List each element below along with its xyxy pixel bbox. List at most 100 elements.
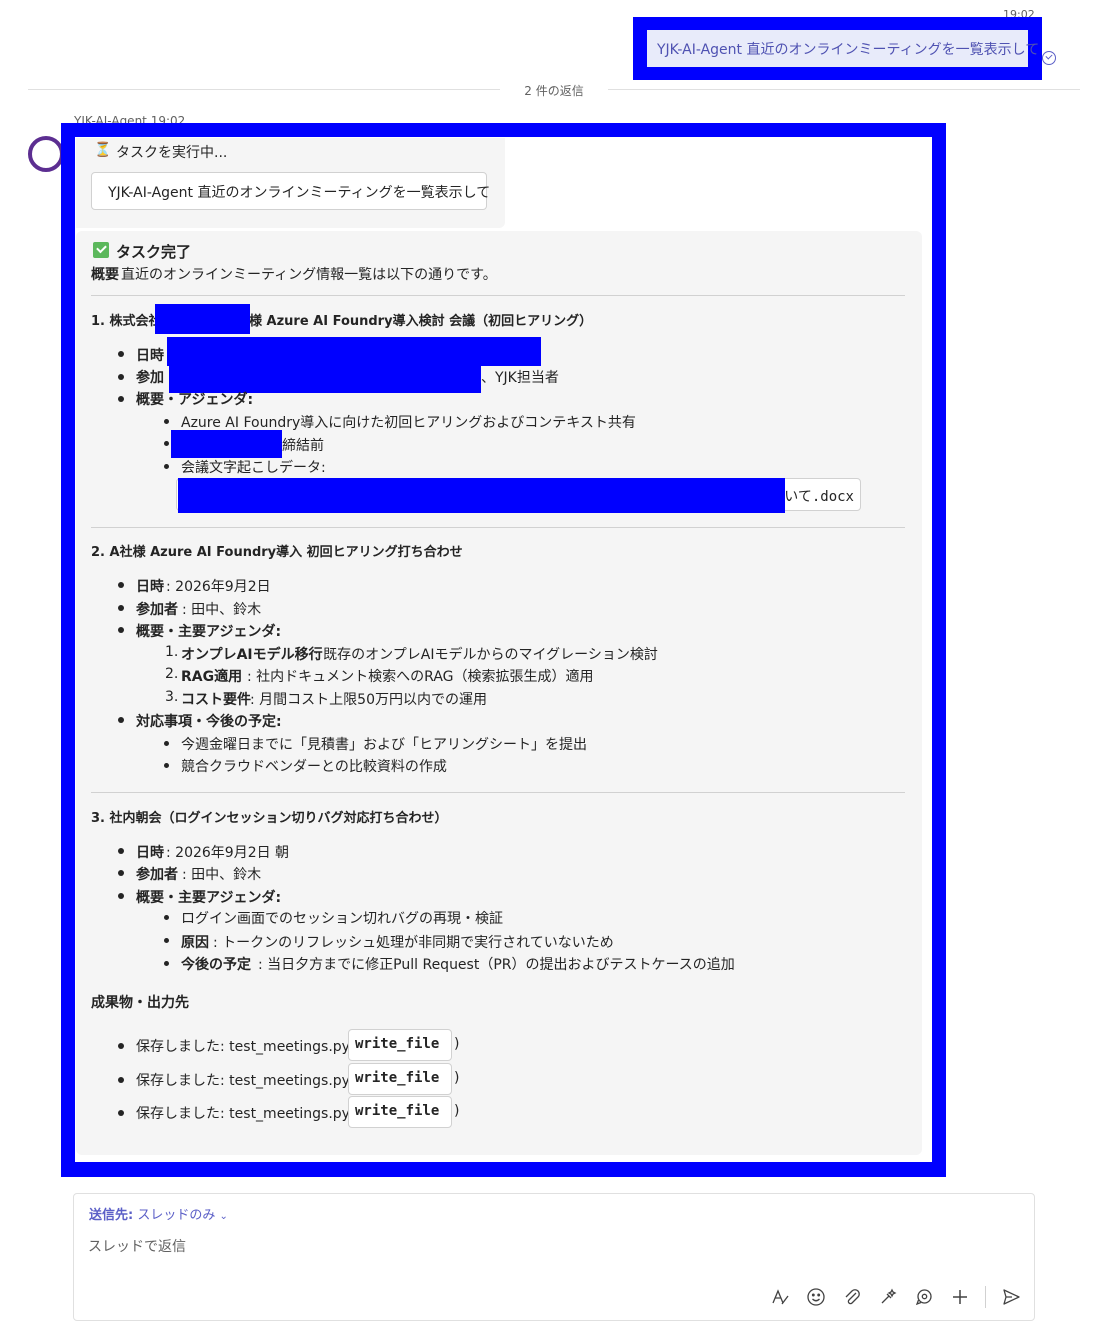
meeting2-todo-label: 対応事項・今後の予定: — [136, 714, 282, 730]
hourglass-icon: ⏳ — [94, 142, 112, 158]
agenda-item-label: RAG適用 — [181, 669, 243, 685]
agenda-number: 1. — [165, 644, 179, 660]
bullet-icon — [118, 374, 124, 380]
write-file-chip[interactable]: write_file — [348, 1063, 452, 1095]
bullet-icon — [118, 870, 124, 876]
replies-count[interactable]: 2 件の返信 — [500, 82, 608, 99]
bullet-icon — [164, 763, 169, 768]
meeting3-title: 3. 社内朝会（ログインセッション切りバグ対応打ち合わせ） — [91, 811, 448, 826]
output-close: ) — [454, 1103, 460, 1119]
add-icon[interactable] — [949, 1286, 971, 1308]
bullet-icon — [164, 464, 169, 469]
meeting3-agenda-1: ログイン画面でのセッション切れバグの再現・検証 — [181, 911, 503, 927]
agenda-item-value: : 月間コスト上限50万円以内での運用 — [250, 692, 487, 708]
separator — [91, 295, 905, 296]
summary-text: 直近のオンラインミーティング情報一覧は以下の通りです。 — [121, 267, 497, 283]
separator — [91, 792, 905, 793]
meeting2-participants-value: : 田中、鈴木 — [182, 602, 262, 618]
bullet-icon — [118, 893, 124, 899]
copilot-icon[interactable] — [913, 1286, 935, 1308]
meeting1-file-tail: いて.docx — [784, 489, 854, 505]
meeting3-plan-label: 今後の予定 — [181, 957, 251, 973]
chevron-down-icon: ⌄ — [219, 1211, 228, 1222]
meeting3-plan-value: : 当日夕方までに修正Pull Request（PR）の提出およびテストケースの… — [258, 957, 735, 973]
agenda-item-value: : 既存のオンプレAIモデルからのマイグレーション検討 — [314, 647, 658, 663]
meeting1-agenda-1: Azure AI Foundry導入に向けた初回ヒアリングおよびコンテキスト共有 — [181, 415, 636, 431]
outputs-label: 成果物・出力先 — [91, 995, 189, 1011]
bullet-icon — [118, 605, 124, 611]
output-close: ) — [454, 1036, 460, 1052]
bullet-icon — [118, 848, 124, 854]
bullet-icon — [118, 396, 124, 402]
bullet-icon — [118, 351, 124, 357]
bullet-icon — [164, 419, 169, 424]
divider-line-left — [28, 89, 500, 90]
user-message-highlight: YJK-AI-Agent 直近のオンラインミーティングを一覧表示して — [633, 17, 1042, 80]
meeting1-agenda-3: 会議文字起こしデータ: — [181, 460, 326, 476]
reply-compose-box[interactable]: 送信先: スレッドのみ ⌄ スレッドで返信 — [73, 1193, 1035, 1321]
agent-avatar[interactable] — [28, 136, 64, 172]
bullet-icon — [118, 627, 124, 633]
meeting3-participants-value: : 田中、鈴木 — [182, 867, 262, 883]
meeting2-date-value: : 2026年9月2日 — [166, 579, 271, 595]
meeting3-date-value: : 2026年9月2日 朝 — [166, 845, 290, 861]
summary-label: 概要 — [91, 267, 119, 283]
user-message-bubble[interactable]: YJK-AI-Agent 直近のオンラインミーティングを一覧表示して — [647, 30, 1039, 67]
output-text: 保存しました: test_meetings.py ( — [136, 1039, 360, 1055]
redaction-block — [171, 430, 282, 458]
bullet-icon — [164, 961, 169, 966]
meeting2-participants-label: 参加者 — [136, 602, 178, 618]
quoted-request-text: YJK-AI-Agent 直近のオンラインミーティングを一覧表示して — [108, 185, 491, 201]
send-to-label: 送信先: — [89, 1208, 134, 1223]
meeting3-participants-label: 参加者 — [136, 867, 178, 883]
meeting1-agenda-label: 概要・アジェンダ: — [136, 392, 254, 408]
reply-input[interactable]: スレッドで返信 — [88, 1236, 186, 1256]
meeting3-date-label: 日時 — [136, 845, 164, 861]
meeting3-agenda-label: 概要・主要アジェンダ: — [136, 890, 282, 906]
redaction-block — [155, 304, 250, 334]
agenda-number: 2. — [165, 666, 179, 682]
meeting2-agenda-label: 概要・主要アジェンダ: — [136, 624, 282, 640]
emoji-icon[interactable] — [805, 1286, 827, 1308]
write-file-chip[interactable]: write_file — [348, 1029, 452, 1061]
agenda-item-label: コスト要件 — [181, 692, 251, 708]
meeting2-todo-2: 競合クラウドベンダーとの比較資料の作成 — [181, 759, 447, 775]
bullet-icon — [118, 582, 124, 588]
result-title: タスク完了 — [116, 243, 192, 261]
output-text: 保存しました: test_meetings.py ( — [136, 1106, 360, 1122]
bullet-icon — [118, 1077, 124, 1083]
quoted-request: YJK-AI-Agent 直近のオンラインミーティングを一覧表示して — [91, 172, 491, 210]
meeting1-title-suffix: 様 Azure AI Foundry導入検討 会議（初回ヒアリング） — [249, 314, 593, 329]
meeting2-title: 2. A社様 Azure AI Foundry導入 初回ヒアリング打ち合わせ — [91, 545, 463, 560]
separator — [91, 527, 905, 528]
agenda-item-value: : 社内ドキュメント検索へのRAG（検索拡張生成）適用 — [247, 669, 594, 685]
format-icon[interactable] — [769, 1286, 791, 1308]
bullet-icon — [164, 915, 169, 920]
user-message-text: YJK-AI-Agent 直近のオンラインミーティングを一覧表示して — [657, 42, 1040, 58]
meeting3-cause-value: : トークンのリフレッシュ処理が非同期で実行されていないため — [213, 935, 614, 951]
check-icon — [93, 242, 109, 258]
meeting1-title-prefix: 1. 株式会社 — [91, 314, 162, 329]
bullet-icon — [164, 741, 169, 746]
meeting2-todo-1: 今週金曜日までに「見積書」および「ヒアリングシート」を提出 — [181, 737, 587, 753]
meeting3-cause-label: 原因 — [181, 935, 209, 951]
loop-icon[interactable] — [877, 1286, 899, 1308]
attach-icon[interactable] — [841, 1286, 863, 1308]
meeting1-date-label: 日時 — [136, 348, 164, 364]
meeting1-participants-tail: 、YJK担当者 — [481, 370, 559, 386]
write-file-chip[interactable]: write_file — [348, 1096, 452, 1128]
meeting1-agenda-2-tail: 締結前 — [282, 438, 324, 454]
output-text: 保存しました: test_meetings.py ( — [136, 1073, 360, 1089]
divider-line-right — [608, 89, 1080, 90]
send-icon[interactable] — [1000, 1286, 1022, 1308]
send-to-value: スレッドのみ — [137, 1208, 216, 1223]
compose-toolbar — [769, 1286, 1022, 1308]
agenda-number: 3. — [165, 689, 179, 705]
bullet-icon — [118, 717, 124, 723]
toolbar-divider — [985, 1286, 986, 1308]
bullet-icon — [164, 938, 169, 943]
redaction-block — [178, 478, 785, 513]
send-to-selector[interactable]: 送信先: スレッドのみ ⌄ — [89, 1204, 228, 1223]
working-label: タスクを実行中... — [116, 145, 228, 161]
read-receipt-icon — [1042, 51, 1056, 65]
